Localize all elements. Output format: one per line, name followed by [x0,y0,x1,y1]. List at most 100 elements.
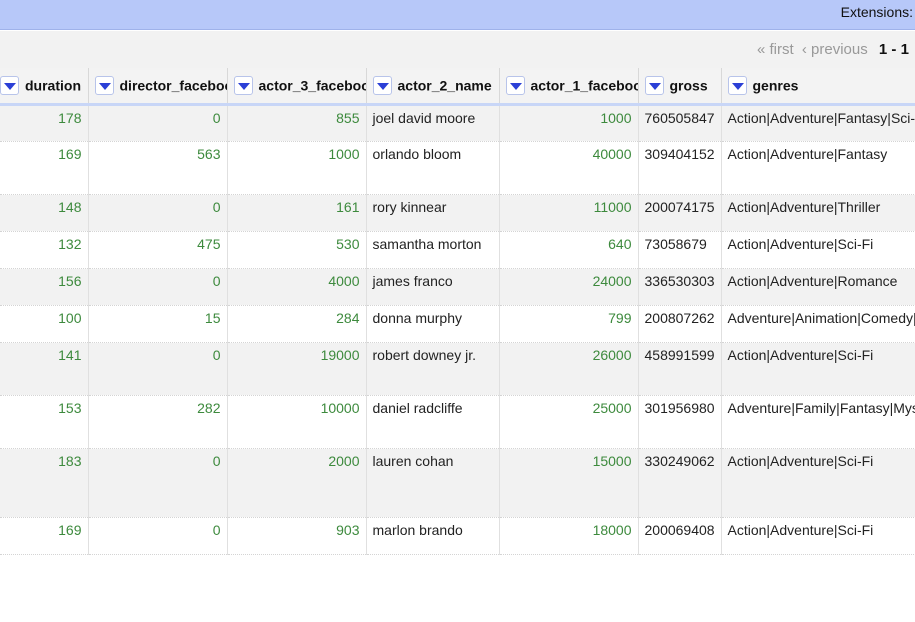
column-header-actor-3-facebook-likes[interactable]: actor_3_facebook_likes [227,68,367,106]
extensions-menu[interactable]: Extensions: [841,4,913,20]
cell-genres[interactable]: Action|Adventure|Sci-Fi [721,231,915,269]
column-header-actor-2-name[interactable]: actor_2_name [366,68,500,106]
cell-actor-2-name[interactable]: orlando bloom [366,141,500,195]
table-row[interactable]: 148 0 161 rory kinnear 11000 200074175 Action|… [0,194,915,232]
cell-director-facebook-likes[interactable]: 0 [88,194,228,232]
column-dropdown-icon[interactable] [94,75,114,95]
cell-genres[interactable]: Action|Adventure|Thriller [721,194,915,232]
column-header-genres[interactable]: genres [721,68,915,106]
column-dropdown-icon[interactable] [372,75,392,95]
cell-actor-3-facebook-likes[interactable]: 2000 [227,448,367,518]
cell-gross[interactable]: 336530303 [638,268,722,306]
cell-genres[interactable]: Action|Adventure|Romance [721,268,915,306]
cell-duration[interactable]: 156 [0,268,89,306]
cell-actor-1-facebook-likes[interactable]: 25000 [499,395,639,449]
cell-genres[interactable]: Adventure|Family|Fantasy|Mystery [721,395,915,449]
cell-actor-2-name[interactable]: samantha morton [366,231,500,269]
table-body: 178 0 855 joel david moore 1000 760505847 Acti… [0,104,915,555]
cell-genres[interactable]: Adventure|Animation|Comedy|Family [721,305,915,343]
cell-gross[interactable]: 200074175 [638,194,722,232]
cell-actor-1-facebook-likes[interactable]: 799 [499,305,639,343]
cell-genres[interactable]: Action|Adventure|Sci-Fi [721,448,915,518]
cell-actor-2-name[interactable]: joel david moore [366,104,500,142]
cell-gross[interactable]: 309404152 [638,141,722,195]
cell-actor-1-facebook-likes[interactable]: 11000 [499,194,639,232]
cell-actor-3-facebook-likes[interactable]: 19000 [227,342,367,396]
cell-gross[interactable]: 301956980 [638,395,722,449]
cell-gross[interactable]: 760505847 [638,104,722,142]
cell-duration[interactable]: 100 [0,305,89,343]
cell-actor-2-name[interactable]: lauren cohan [366,448,500,518]
cell-director-facebook-likes[interactable]: 0 [88,268,228,306]
table-row[interactable]: 178 0 855 joel david moore 1000 760505847 Acti… [0,104,915,142]
column-header-gross[interactable]: gross [638,68,722,106]
table-row[interactable]: 100 15 284 donna murphy 799 200807262 Adventur… [0,305,915,343]
cell-actor-2-name[interactable]: rory kinnear [366,194,500,232]
cell-actor-1-facebook-likes[interactable]: 640 [499,231,639,269]
cell-gross[interactable]: 73058679 [638,231,722,269]
cell-gross[interactable]: 200807262 [638,305,722,343]
cell-duration[interactable]: 178 [0,104,89,142]
cell-director-facebook-likes[interactable]: 0 [88,517,228,555]
table-row[interactable]: 183 0 2000 lauren cohan 15000 330249062 Action… [0,448,915,518]
cell-actor-3-facebook-likes[interactable]: 284 [227,305,367,343]
cell-actor-1-facebook-likes[interactable]: 18000 [499,517,639,555]
cell-actor-3-facebook-likes[interactable]: 4000 [227,268,367,306]
cell-actor-2-name[interactable]: robert downey jr. [366,342,500,396]
cell-duration[interactable]: 153 [0,395,89,449]
cell-actor-1-facebook-likes[interactable]: 1000 [499,104,639,142]
cell-actor-1-facebook-likes[interactable]: 15000 [499,448,639,518]
cell-actor-3-facebook-likes[interactable]: 855 [227,104,367,142]
cell-director-facebook-likes[interactable]: 475 [88,231,228,269]
cell-actor-3-facebook-likes[interactable]: 903 [227,517,367,555]
cell-duration[interactable]: 148 [0,194,89,232]
cell-genres[interactable]: Action|Adventure|Fantasy [721,141,915,195]
column-header-director-facebook-likes[interactable]: director_facebook_likes [88,68,228,106]
cell-actor-3-facebook-likes[interactable]: 10000 [227,395,367,449]
cell-duration[interactable]: 183 [0,448,89,518]
table-row[interactable]: 141 0 19000 robert downey jr. 26000 458991599… [0,342,915,396]
column-dropdown-icon[interactable] [727,75,747,95]
cell-actor-3-facebook-likes[interactable]: 1000 [227,141,367,195]
cell-director-facebook-likes[interactable]: 282 [88,395,228,449]
cell-director-facebook-likes[interactable]: 15 [88,305,228,343]
cell-actor-2-name[interactable]: donna murphy [366,305,500,343]
cell-actor-1-facebook-likes[interactable]: 40000 [499,141,639,195]
cell-genres[interactable]: Action|Adventure|Sci-Fi [721,517,915,555]
cell-actor-2-name[interactable]: marlon brando [366,517,500,555]
cell-actor-2-name[interactable]: james franco [366,268,500,306]
cell-actor-3-facebook-likes[interactable]: 530 [227,231,367,269]
cell-gross[interactable]: 330249062 [638,448,722,518]
column-header-actor-1-facebook-likes[interactable]: actor_1_facebook_likes [499,68,639,106]
cell-director-facebook-likes[interactable]: 563 [88,141,228,195]
cell-gross[interactable]: 200069408 [638,517,722,555]
table-row[interactable]: 132 475 530 samantha morton 640 73058679 Actio… [0,231,915,269]
cell-director-facebook-likes[interactable]: 0 [88,342,228,396]
cell-duration[interactable]: 141 [0,342,89,396]
cell-duration[interactable]: 132 [0,231,89,269]
cell-genres[interactable]: Action|Adventure|Sci-Fi [721,342,915,396]
cell-director-facebook-likes[interactable]: 0 [88,104,228,142]
table-row[interactable]: 169 0 903 marlon brando 18000 200069408 Action… [0,517,915,555]
previous-page-link[interactable]: ‹ previous [802,41,868,58]
cell-genres[interactable]: Action|Adventure|Fantasy|Sci-Fi [721,104,915,142]
cell-gross[interactable]: 458991599 [638,342,722,396]
column-dropdown-icon[interactable] [505,75,525,95]
column-header-duration[interactable]: duration [0,68,89,106]
column-dropdown-icon[interactable] [233,75,253,95]
table-row[interactable]: 169 563 1000 orlando bloom 40000 309404152 Act… [0,141,915,195]
column-dropdown-icon[interactable] [644,75,664,95]
data-grid: duration director_facebook_likes actor_3_f… [0,68,915,555]
cell-duration[interactable]: 169 [0,141,89,195]
cell-actor-2-name[interactable]: daniel radcliffe [366,395,500,449]
pagination: « first ‹ previous 1 - 1 [757,41,909,58]
cell-actor-1-facebook-likes[interactable]: 26000 [499,342,639,396]
cell-duration[interactable]: 169 [0,517,89,555]
cell-director-facebook-likes[interactable]: 0 [88,448,228,518]
column-dropdown-icon[interactable] [0,75,19,95]
table-row[interactable]: 156 0 4000 james franco 24000 336530303 Action… [0,268,915,306]
cell-actor-3-facebook-likes[interactable]: 161 [227,194,367,232]
table-row[interactable]: 153 282 10000 daniel radcliffe 25000 30195698… [0,395,915,449]
cell-actor-1-facebook-likes[interactable]: 24000 [499,268,639,306]
first-page-link[interactable]: « first [757,41,794,58]
